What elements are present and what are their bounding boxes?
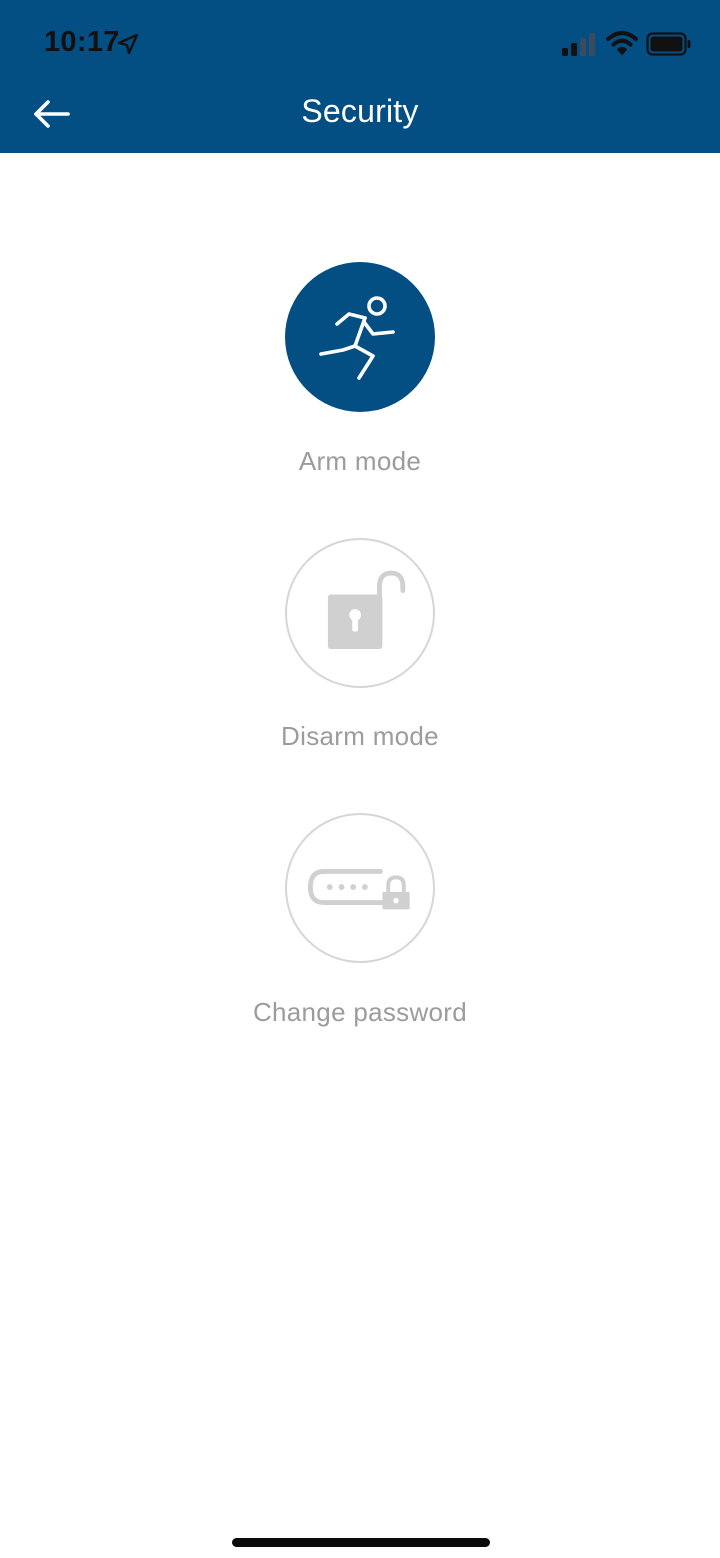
change-password-label[interactable]: Change password [0,997,720,1028]
running-person-icon [319,296,395,380]
status-time: 10:17 [44,26,120,58]
disarm-mode-label[interactable]: Disarm mode [0,721,720,752]
arm-mode-label[interactable]: Arm mode [0,446,720,477]
home-indicator[interactable] [232,1538,490,1547]
password-lock-icon [307,869,410,910]
header-bar: 10:17 Security [0,0,720,153]
disarm-mode-button[interactable] [285,538,435,688]
unlocked-padlock-icon [327,570,406,650]
change-password-button[interactable] [285,813,435,963]
cellular-signal-icon [562,33,595,56]
location-arrow-icon [117,33,139,55]
page-title: Security [301,93,419,129]
security-screen: 10:17 Security Arm mode Disarm mode Chan… [0,0,720,1558]
arm-mode-button[interactable] [285,262,435,412]
battery-icon [646,32,691,56]
wifi-icon [606,31,638,55]
status-icons [562,30,692,58]
